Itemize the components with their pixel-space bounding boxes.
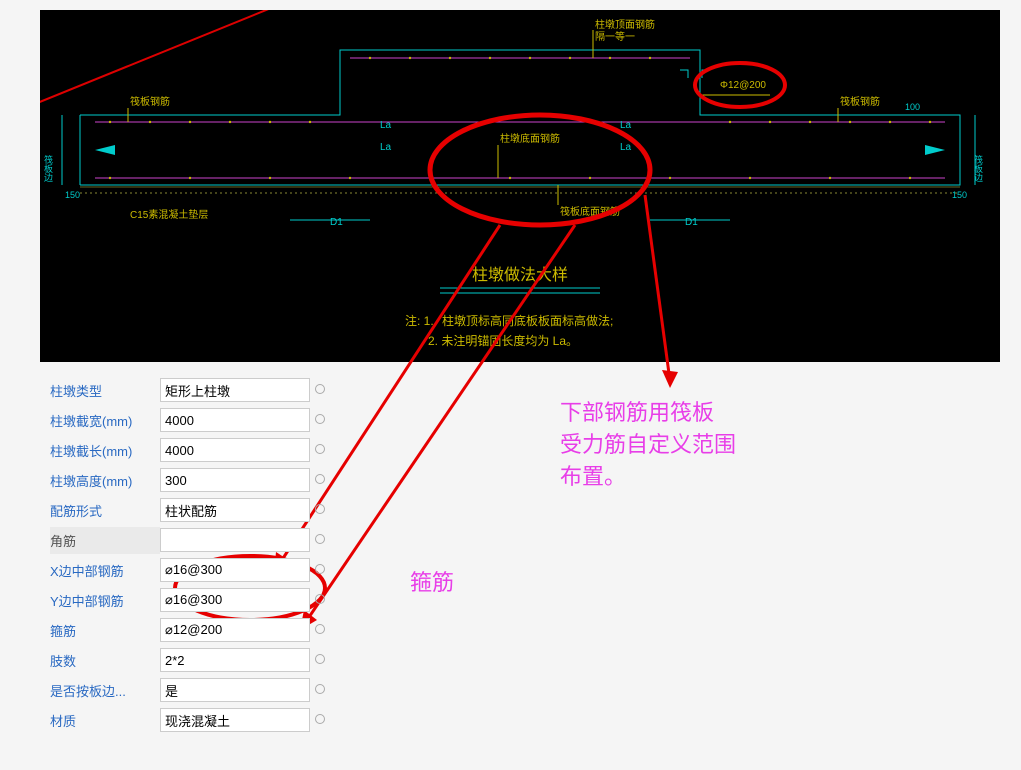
form-input-xmid[interactable]	[160, 558, 310, 582]
form-input-corner[interactable]	[160, 528, 310, 552]
annot-bottom-l1: 下部钢筋用筏板	[560, 395, 736, 427]
dim-100: 100	[905, 102, 920, 112]
form-input-width[interactable]	[160, 408, 310, 432]
form-label: 柱墩类型	[50, 377, 160, 404]
cad-viewer[interactable]: 柱墩顶面钢筋 隔一等一 Φ12@200 筏板钢筋 筏板钢筋 柱墩底面钢筋 筏板底…	[40, 10, 1000, 362]
form-radio[interactable]	[310, 441, 330, 459]
cad-la-3: La	[620, 120, 632, 131]
cad-la-4: La	[620, 142, 632, 153]
form-label: 材质	[50, 707, 160, 734]
form-row-stirrup: 箍筋	[50, 615, 350, 645]
cad-la-2: La	[380, 142, 392, 153]
form-row-byslab: 是否按板边...	[50, 675, 350, 705]
form-row-length: 柱墩截长(mm)	[50, 435, 350, 465]
cad-label-slab-left: 筏板钢筋	[130, 95, 170, 108]
form-row-corner: 角筋	[50, 525, 350, 555]
form-row-xmid: X边中部钢筋	[50, 555, 350, 585]
form-label: 是否按板边...	[50, 677, 160, 704]
form-row-limbs: 肢数	[50, 645, 350, 675]
cad-dim-left: 筏板边	[43, 154, 53, 183]
dim-150-l: 150	[65, 190, 80, 200]
cad-note-prefix: 注: 1.	[405, 313, 434, 328]
form-label: Y边中部钢筋	[50, 587, 160, 614]
form-input-limbs[interactable]	[160, 648, 310, 672]
form-label: 箍筋	[50, 617, 160, 644]
cad-label-phi: Φ12@200	[720, 80, 766, 91]
form-label: X边中部钢筋	[50, 557, 160, 584]
cad-title: 柱墩做法大样	[472, 266, 568, 284]
form-radio[interactable]	[310, 711, 330, 729]
form-input-length[interactable]	[160, 438, 310, 462]
cad-label-bottom: 筏板底面钢筋	[560, 205, 620, 218]
form-radio[interactable]	[310, 591, 330, 609]
cad-label-top-rebar2: 隔一等一	[595, 30, 635, 43]
form-input-type[interactable]	[160, 378, 310, 402]
form-radio[interactable]	[310, 471, 330, 489]
form-input-height[interactable]	[160, 468, 310, 492]
form-label: 柱墩截长(mm)	[50, 437, 160, 464]
form-row-rebarform: 配筋形式	[50, 495, 350, 525]
form-input-ymid[interactable]	[160, 588, 310, 612]
form-input-rebarform[interactable]	[160, 498, 310, 522]
form-input-byslab[interactable]	[160, 678, 310, 702]
cad-d1-r: D1	[685, 217, 698, 228]
form-radio[interactable]	[310, 501, 330, 519]
annot-gu: 箍筋	[410, 565, 454, 597]
dim-150-r: 150	[952, 190, 967, 200]
cad-la-1: La	[380, 120, 392, 131]
form-row-height: 柱墩高度(mm)	[50, 465, 350, 495]
form-label: 柱墩高度(mm)	[50, 467, 160, 494]
annot-bottom: 下部钢筋用筏板 受力筋自定义范围 布置。	[560, 395, 736, 491]
cad-label-top-rebar: 柱墩顶面钢筋	[595, 18, 655, 31]
form-radio[interactable]	[310, 621, 330, 639]
cad-dim-right: 筏板边	[973, 154, 983, 183]
cad-note2: 2. 未注明锚固长度均为 La。	[428, 333, 578, 348]
form-row-type: 柱墩类型	[50, 375, 350, 405]
form-radio[interactable]	[310, 531, 330, 549]
form-radio[interactable]	[310, 381, 330, 399]
form-label: 柱墩截宽(mm)	[50, 407, 160, 434]
cad-label-slab-right: 筏板钢筋	[840, 95, 880, 108]
form-row-width: 柱墩截宽(mm)	[50, 405, 350, 435]
annot-bottom-l2: 受力筋自定义范围	[560, 427, 736, 459]
properties-form: 柱墩类型 柱墩截宽(mm) 柱墩截长(mm) 柱墩高度(mm) 配筋形式 角筋 …	[50, 375, 350, 735]
form-row-material: 材质	[50, 705, 350, 735]
cad-label-mid: 柱墩底面钢筋	[500, 132, 560, 145]
form-label: 肢数	[50, 647, 160, 674]
form-row-ymid: Y边中部钢筋	[50, 585, 350, 615]
form-radio[interactable]	[310, 561, 330, 579]
form-radio[interactable]	[310, 651, 330, 669]
cad-label-c15: C15素混凝土垫层	[130, 208, 208, 221]
cad-d1-l: D1	[330, 217, 343, 228]
form-label: 角筋	[50, 527, 160, 554]
annot-bottom-l3: 布置。	[560, 459, 736, 491]
cad-note1: 柱墩顶标高同底板板面标高做法;	[442, 313, 613, 328]
form-radio[interactable]	[310, 681, 330, 699]
form-radio[interactable]	[310, 411, 330, 429]
form-input-stirrup[interactable]	[160, 618, 310, 642]
form-input-material[interactable]	[160, 708, 310, 732]
form-label: 配筋形式	[50, 497, 160, 524]
